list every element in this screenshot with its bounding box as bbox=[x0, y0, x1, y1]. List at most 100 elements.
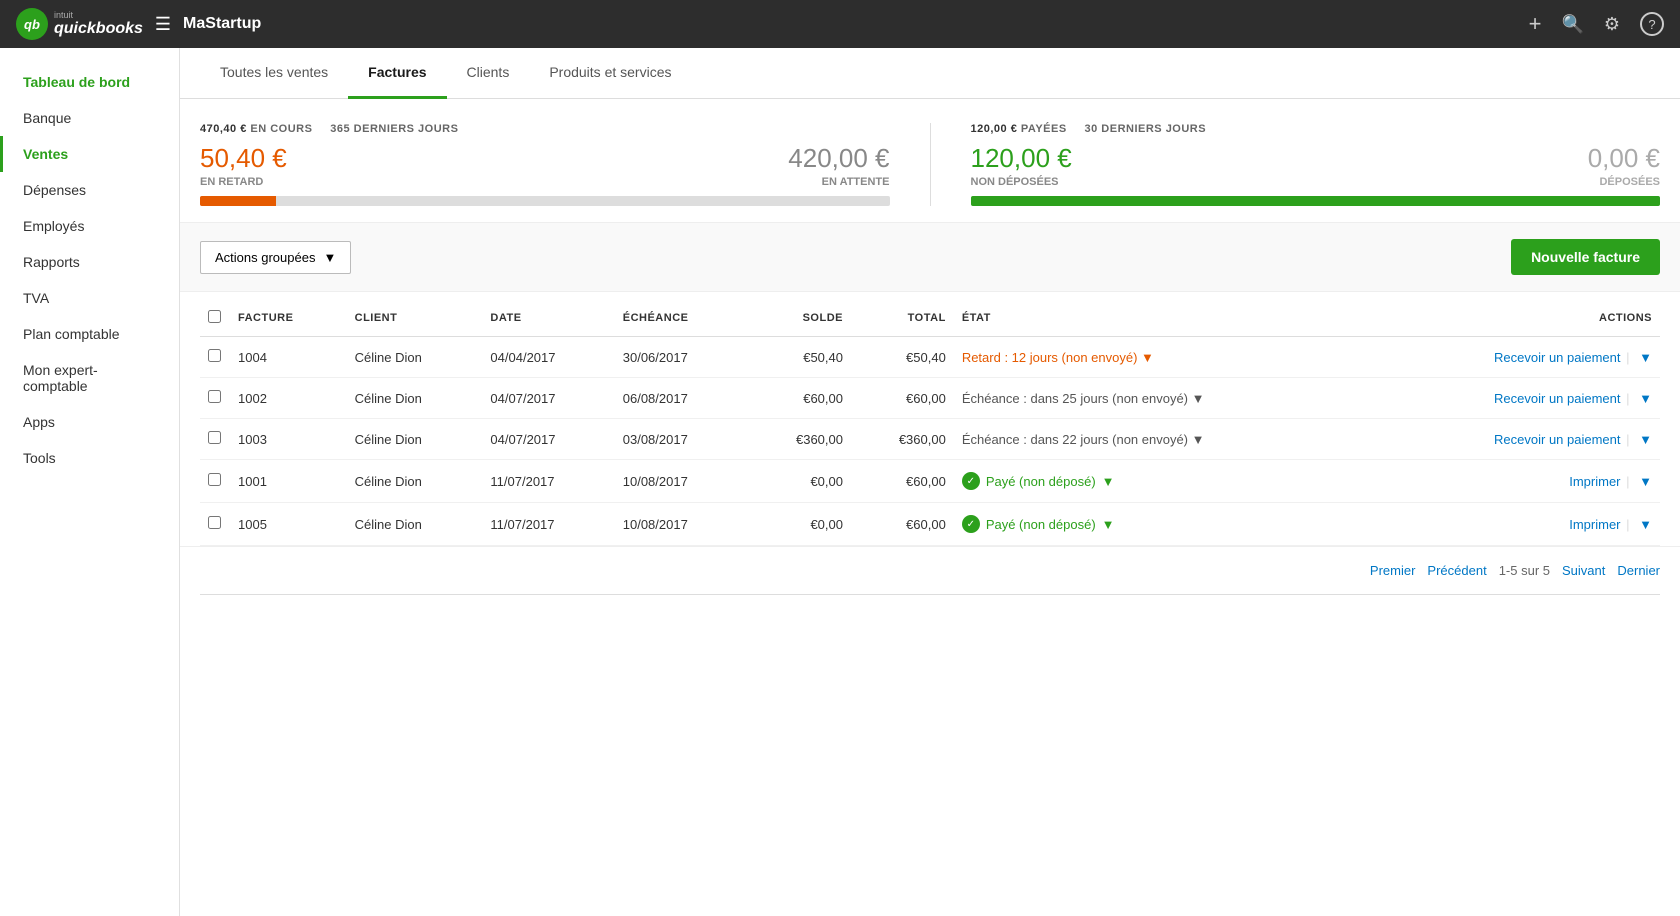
th-facture: FACTURE bbox=[230, 300, 347, 337]
table-header: FACTURE CLIENT DATE ÉCHÉANCE SOLDE TOTAL… bbox=[200, 300, 1660, 337]
action-primary-link[interactable]: Recevoir un paiement bbox=[1494, 391, 1620, 406]
actions-groupees-button[interactable]: Actions groupées ▼ bbox=[200, 241, 351, 274]
sidebar-item-tools[interactable]: Tools bbox=[0, 440, 179, 476]
select-all-header bbox=[200, 300, 230, 337]
cell-etat: Échéance : dans 22 jours (non envoyé) ▼ bbox=[954, 419, 1376, 460]
sidebar-item-banque[interactable]: Banque bbox=[0, 100, 179, 136]
row-checkbox-cell bbox=[200, 419, 230, 460]
status-echeance: Échéance : dans 22 jours (non envoyé) ▼ bbox=[962, 432, 1205, 447]
row-checkbox[interactable] bbox=[208, 431, 221, 444]
header-right: + 🔍 ⚙ ? bbox=[1529, 11, 1664, 37]
sidebar-item-tva[interactable]: TVA bbox=[0, 280, 179, 316]
chevron-down-icon[interactable]: ▼ bbox=[1141, 350, 1154, 365]
th-etat: ÉTAT bbox=[954, 300, 1376, 337]
pagination-premier[interactable]: Premier bbox=[1370, 563, 1416, 578]
action-primary-link[interactable]: Imprimer bbox=[1569, 474, 1620, 489]
action-primary-link[interactable]: Imprimer bbox=[1569, 517, 1620, 532]
cell-etat: Retard : 12 jours (non envoyé) ▼ bbox=[954, 337, 1376, 378]
header-left: qb intuit quickbooks ☰ MaStartup bbox=[16, 8, 261, 40]
action-dropdown-icon[interactable]: ▼ bbox=[1639, 474, 1652, 489]
chevron-down-icon[interactable]: ▼ bbox=[1192, 432, 1205, 447]
action-separator: | bbox=[1623, 391, 1634, 406]
cell-solde: €60,00 bbox=[748, 378, 851, 419]
sidebar-item-apps[interactable]: Apps bbox=[0, 404, 179, 440]
cell-client: Céline Dion bbox=[347, 378, 483, 419]
summary-en-cours: 470,40 € EN COURS 365 DERNIERS JOURS 50,… bbox=[200, 123, 890, 206]
attente-amount: 420,00 € bbox=[788, 143, 889, 174]
cell-total: €50,40 bbox=[851, 337, 954, 378]
sidebar-item-mon-expert-comptable[interactable]: Mon expert-comptable bbox=[0, 352, 179, 404]
tab-toutes-ventes[interactable]: Toutes les ventes bbox=[200, 48, 348, 99]
row-checkbox[interactable] bbox=[208, 473, 221, 486]
cell-facture: 1005 bbox=[230, 503, 347, 546]
help-icon[interactable]: ? bbox=[1640, 12, 1664, 36]
summary-payees: 120,00 € PAYÉES 30 DERNIERS JOURS 120,00… bbox=[971, 123, 1661, 206]
gear-icon[interactable]: ⚙ bbox=[1604, 14, 1620, 35]
cell-solde: €50,40 bbox=[748, 337, 851, 378]
app-name: MaStartup bbox=[183, 15, 261, 33]
cell-total: €60,00 bbox=[851, 460, 954, 503]
plus-icon[interactable]: + bbox=[1529, 11, 1542, 37]
row-checkbox-cell bbox=[200, 503, 230, 546]
action-dropdown-icon[interactable]: ▼ bbox=[1639, 432, 1652, 447]
cell-date: 11/07/2017 bbox=[482, 503, 614, 546]
cell-date: 04/04/2017 bbox=[482, 337, 614, 378]
tab-produits-services[interactable]: Produits et services bbox=[529, 48, 691, 99]
sidebar-item-depenses[interactable]: Dépenses bbox=[0, 172, 179, 208]
chevron-down-icon[interactable]: ▼ bbox=[1102, 517, 1115, 532]
invoices-table: FACTURE CLIENT DATE ÉCHÉANCE SOLDE TOTAL… bbox=[200, 300, 1660, 546]
sidebar-item-employes[interactable]: Employés bbox=[0, 208, 179, 244]
action-primary-link[interactable]: Recevoir un paiement bbox=[1494, 350, 1620, 365]
summary-section: 470,40 € EN COURS 365 DERNIERS JOURS 50,… bbox=[180, 99, 1680, 222]
search-icon[interactable]: 🔍 bbox=[1561, 14, 1583, 35]
tab-clients[interactable]: Clients bbox=[447, 48, 530, 99]
retard-amount: 50,40 € bbox=[200, 143, 287, 174]
sidebar-item-tableau-de-bord[interactable]: Tableau de bord bbox=[0, 64, 179, 100]
th-solde: SOLDE bbox=[748, 300, 851, 337]
chevron-down-icon[interactable]: ▼ bbox=[1192, 391, 1205, 406]
pagination-dernier[interactable]: Dernier bbox=[1617, 563, 1660, 578]
status-paye: ✓ Payé (non déposé) ▼ bbox=[962, 515, 1368, 533]
nouvelle-facture-button[interactable]: Nouvelle facture bbox=[1511, 239, 1660, 275]
th-total: TOTAL bbox=[851, 300, 954, 337]
summary-payees-amounts: 120,00 € NON DÉPOSÉES 0,00 € DÉPOSÉES bbox=[971, 143, 1661, 188]
logo-text-block: intuit quickbooks bbox=[54, 10, 143, 38]
sidebar-item-ventes[interactable]: Ventes bbox=[0, 136, 179, 172]
action-dropdown-icon[interactable]: ▼ bbox=[1639, 517, 1652, 532]
cell-echeance: 30/06/2017 bbox=[615, 337, 748, 378]
pagination-info: 1-5 sur 5 bbox=[1499, 563, 1550, 578]
non-deposees-label: NON DÉPOSÉES bbox=[971, 176, 1072, 188]
cell-total: €60,00 bbox=[851, 503, 954, 546]
summary-en-cours-header: 470,40 € EN COURS 365 DERNIERS JOURS bbox=[200, 123, 890, 135]
pagination-suivant[interactable]: Suivant bbox=[1562, 563, 1605, 578]
cell-actions: Imprimer | ▼ bbox=[1376, 460, 1660, 503]
en-cours-progress-fill bbox=[200, 196, 276, 206]
cell-client: Céline Dion bbox=[347, 337, 483, 378]
cell-actions: Recevoir un paiement | ▼ bbox=[1376, 378, 1660, 419]
row-checkbox[interactable] bbox=[208, 516, 221, 529]
action-primary-link[interactable]: Recevoir un paiement bbox=[1494, 432, 1620, 447]
cell-echeance: 06/08/2017 bbox=[615, 378, 748, 419]
action-dropdown-icon[interactable]: ▼ bbox=[1639, 391, 1652, 406]
row-checkbox[interactable] bbox=[208, 349, 221, 362]
logo: qb intuit quickbooks bbox=[16, 8, 143, 40]
cell-date: 04/07/2017 bbox=[482, 378, 614, 419]
attente-label: EN ATTENTE bbox=[788, 176, 889, 188]
status-echeance: Échéance : dans 25 jours (non envoyé) ▼ bbox=[962, 391, 1205, 406]
sidebar-item-rapports[interactable]: Rapports bbox=[0, 244, 179, 280]
action-dropdown-icon[interactable]: ▼ bbox=[1639, 350, 1652, 365]
row-checkbox-cell bbox=[200, 337, 230, 378]
en-cours-progress bbox=[200, 196, 890, 206]
row-checkbox[interactable] bbox=[208, 390, 221, 403]
sidebar-item-plan-comptable[interactable]: Plan comptable bbox=[0, 316, 179, 352]
main-content: Toutes les ventes Factures Clients Produ… bbox=[180, 48, 1680, 916]
chevron-down-icon[interactable]: ▼ bbox=[1102, 474, 1115, 489]
hamburger-menu[interactable]: ☰ bbox=[155, 14, 171, 35]
action-separator: | bbox=[1623, 432, 1634, 447]
pagination-precedent[interactable]: Précédent bbox=[1427, 563, 1486, 578]
header: qb intuit quickbooks ☰ MaStartup + 🔍 ⚙ ? bbox=[0, 0, 1680, 48]
tab-factures[interactable]: Factures bbox=[348, 48, 446, 99]
select-all-checkbox[interactable] bbox=[208, 310, 221, 323]
cell-etat: Échéance : dans 25 jours (non envoyé) ▼ bbox=[954, 378, 1376, 419]
cell-solde: €360,00 bbox=[748, 419, 851, 460]
